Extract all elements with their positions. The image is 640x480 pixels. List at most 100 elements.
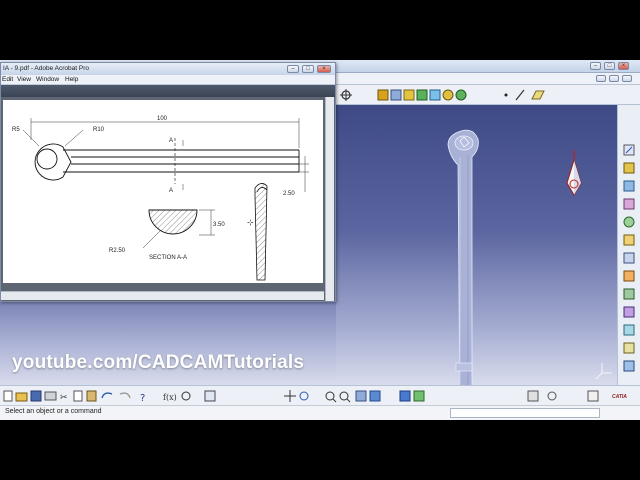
help-icon[interactable]: ? [140, 393, 145, 404]
top-view [34, 138, 300, 184]
chamfer-icon[interactable] [623, 270, 635, 282]
measure-icon[interactable] [527, 390, 539, 402]
view-toolbar [336, 85, 640, 105]
menu-edit[interactable]: Edit [2, 76, 13, 83]
normal-view-icon[interactable] [455, 89, 467, 101]
views-icon[interactable] [369, 390, 381, 402]
acrobat-maximize-button[interactable]: □ [302, 65, 314, 73]
render-icon[interactable] [399, 390, 411, 402]
shaft-icon[interactable] [623, 198, 635, 210]
formula-icon[interactable]: f(x) [163, 393, 177, 402]
wireframe-icon[interactable] [416, 89, 428, 101]
right-toolbar [617, 105, 640, 385]
maximize-button[interactable]: □ [604, 62, 615, 70]
zoom-out-icon[interactable] [339, 391, 351, 403]
dim-r10: R10 [93, 127, 105, 133]
save-icon[interactable] [30, 390, 42, 402]
plane-icon[interactable] [531, 90, 545, 100]
command-input[interactable] [450, 408, 600, 418]
dim-thickness: 2.50 [283, 191, 295, 197]
dim-height: 3.50 [213, 222, 225, 228]
print-icon[interactable] [44, 391, 57, 401]
shell-icon[interactable] [623, 306, 635, 318]
standard-toolbar-icons: ✂ ? f(x) [3, 390, 599, 404]
view-toolbar-icons [340, 89, 545, 101]
status-message: Select an object or a command [5, 408, 102, 415]
point-icon[interactable] [504, 93, 508, 97]
3d-viewport[interactable] [336, 105, 617, 418]
svg-text:f(x): f(x) [163, 393, 177, 402]
pocket-icon[interactable] [623, 180, 635, 192]
cotter-pin-drawing: R5 R10 100 2.50 A A 3.50 R2.50 SECTION A… [12, 116, 309, 281]
dim-length: 100 [157, 116, 168, 122]
acrobat-toolbar [1, 85, 335, 97]
dimension-lines [22, 118, 309, 192]
doc-restore-button[interactable] [609, 75, 619, 82]
section-view [142, 209, 215, 249]
menu-view[interactable]: View [17, 76, 31, 83]
thickness-icon[interactable] [623, 324, 635, 336]
part-body [447, 129, 479, 418]
cut-icon[interactable]: ✂ [60, 393, 68, 403]
watermark-text: youtube.com/CADCAMTutorials [12, 352, 305, 373]
pad-icon[interactable] [623, 162, 635, 174]
cursor-icon: ⊹ [247, 218, 254, 227]
acrobat-horizontal-scrollbar[interactable] [1, 291, 324, 300]
customize-view-icon[interactable] [442, 89, 454, 101]
zoom-in-icon[interactable] [325, 391, 337, 403]
screen: – □ × ✂ ? f(x) Select an object or a com… [0, 60, 640, 420]
draft-icon[interactable] [623, 288, 635, 300]
rib-icon[interactable] [623, 234, 635, 246]
open-file-icon[interactable] [15, 392, 28, 402]
acrobat-title: IA - 9.pdf - Adobe Acrobat Pro [3, 65, 89, 72]
axis-triad-icon [595, 363, 612, 380]
shading-edges-icon[interactable] [390, 89, 402, 101]
paste-icon[interactable] [86, 390, 97, 402]
pattern-icon[interactable] [623, 360, 635, 372]
fillet-icon[interactable] [623, 252, 635, 264]
search-icon[interactable] [181, 391, 191, 401]
acrobat-minimize-button[interactable]: – [287, 65, 299, 73]
menu-window[interactable]: Window [36, 76, 59, 83]
acrobat-close-button[interactable]: × [317, 65, 331, 73]
dim-r5: R5 [12, 127, 20, 133]
section-label: SECTION A-A [149, 255, 187, 261]
fit-all-icon[interactable] [340, 89, 352, 101]
shading-icon[interactable] [377, 89, 389, 101]
doc-minimize-button[interactable] [596, 75, 606, 82]
close-button[interactable]: × [618, 62, 629, 70]
document-area: R5 R10 100 2.50 A A 3.50 R2.50 SECTION A… [1, 97, 335, 301]
minimize-button[interactable]: – [590, 62, 601, 70]
doc-close-button[interactable] [622, 75, 632, 82]
standard-toolbar: ✂ ? f(x) [0, 385, 640, 405]
new-file-icon[interactable] [3, 390, 13, 402]
acrobat-vertical-scrollbar[interactable] [325, 97, 334, 301]
normal-view-icon[interactable] [355, 390, 367, 402]
hide-show-icon[interactable] [413, 390, 425, 402]
scale-icon[interactable] [587, 390, 599, 402]
compass-icon[interactable] [566, 150, 582, 196]
section-marker-bottom: A [169, 188, 173, 194]
shading-no-edges-icon[interactable] [403, 89, 415, 101]
redo-icon[interactable] [119, 392, 131, 399]
status-bar: Select an object or a command [0, 405, 640, 420]
acrobat-titlebar: IA - 9.pdf - Adobe Acrobat Pro – □ × [1, 63, 335, 75]
section-marker-top: A [169, 138, 173, 144]
rotate-icon[interactable] [299, 391, 309, 401]
hidden-edges-icon[interactable] [429, 89, 441, 101]
pdf-page: R5 R10 100 2.50 A A 3.50 R2.50 SECTION A… [3, 100, 323, 283]
copy-icon[interactable] [73, 390, 83, 402]
undo-icon[interactable] [101, 392, 113, 399]
mirror-icon[interactable] [623, 342, 635, 354]
pan-icon[interactable] [284, 390, 296, 402]
svg-text:✂: ✂ [60, 393, 68, 403]
link-icon[interactable] [547, 391, 557, 401]
dim-r250: R2.50 [109, 248, 126, 254]
table-icon[interactable] [204, 390, 216, 402]
hole-icon[interactable] [623, 216, 635, 228]
catia-logo: CATIA [612, 394, 627, 400]
menu-help[interactable]: Help [65, 76, 78, 83]
line-icon[interactable] [515, 89, 525, 101]
sketch-icon[interactable] [623, 144, 635, 156]
acrobat-menubar: Edit View Window Help [1, 75, 335, 85]
